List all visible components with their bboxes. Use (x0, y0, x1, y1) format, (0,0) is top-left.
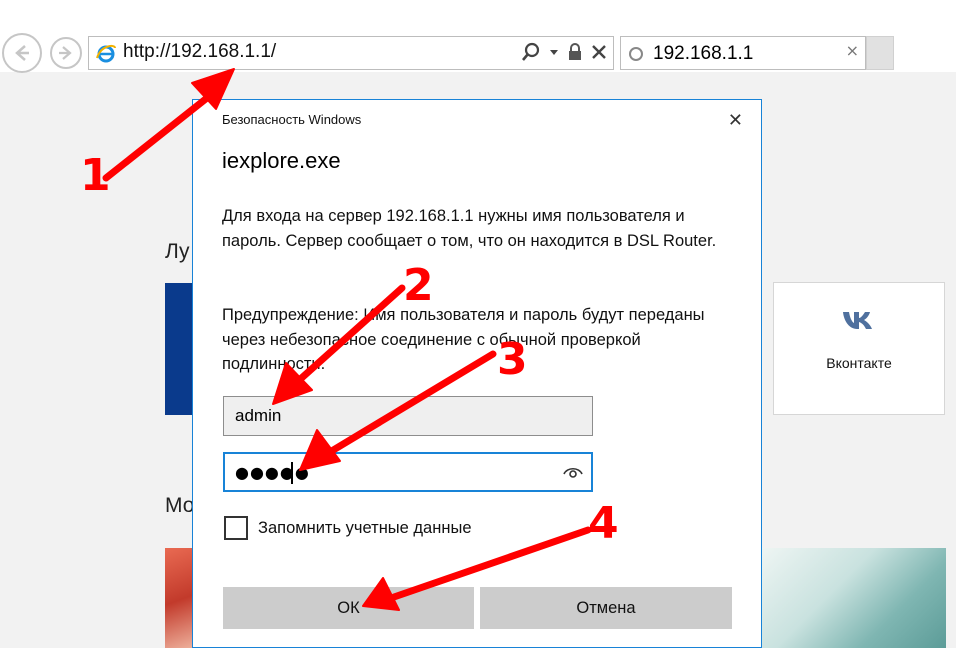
remember-checkbox[interactable] (224, 516, 248, 540)
dialog-app-name: iexplore.exe (222, 148, 341, 173)
dialog-message: Для входа на сервер 192.168.1.1 нужны им… (222, 207, 717, 250)
address-bar[interactable]: http://192.168.1.1/ (88, 36, 614, 70)
step-number-1: 1 (80, 150, 111, 201)
password-value: ●●●●● (235, 463, 310, 482)
address-tools (521, 41, 607, 63)
tab-title: 192.168.1.1 (653, 43, 754, 64)
lock-icon[interactable] (567, 41, 583, 63)
internet-explorer-icon (96, 44, 116, 63)
back-button[interactable] (2, 33, 42, 73)
ok-button[interactable]: ОК (223, 587, 474, 629)
tab-close-icon[interactable]: × (846, 41, 859, 60)
username-value: admin (235, 406, 282, 425)
search-icon[interactable] (521, 41, 541, 63)
eye-icon[interactable] (563, 464, 583, 480)
vk-logo-icon (843, 312, 872, 329)
chevron-down-icon[interactable] (549, 41, 559, 63)
page-heading-bottom: Мо (165, 494, 195, 517)
dialog-close-icon[interactable]: ✕ (728, 110, 743, 131)
text-caret (291, 462, 293, 484)
vk-tile-label: Вконтакте (826, 355, 892, 371)
new-tab-button[interactable] (866, 36, 894, 70)
forward-button[interactable] (50, 37, 82, 69)
address-url[interactable]: http://192.168.1.1/ (123, 41, 276, 63)
username-field[interactable]: admin (223, 396, 593, 436)
arrow-left-icon (15, 45, 29, 61)
arrow-right-icon (59, 46, 72, 60)
page-heading-top: Лу (165, 240, 190, 263)
password-field[interactable]: ●●●●● (223, 452, 593, 492)
browser-chrome: http://192.168.1.1/ 192.168.1.1 × (0, 0, 956, 73)
remember-label: Запомнить учетные данные (258, 518, 472, 537)
vk-tile[interactable]: Вконтакте (773, 282, 945, 415)
loading-icon (629, 47, 643, 61)
windows-security-dialog: Безопасность Windows ✕ iexplore.exe Для … (192, 99, 762, 648)
browser-tab[interactable]: 192.168.1.1 × (620, 36, 866, 70)
remember-credentials[interactable]: Запомнить учетные данные (224, 516, 472, 540)
close-icon[interactable] (591, 41, 607, 63)
page-image-right[interactable] (762, 548, 946, 648)
dialog-caption: Безопасность Windows (222, 112, 362, 127)
dialog-warning: Предупреждение: Имя пользователя и парол… (222, 306, 705, 373)
cancel-button[interactable]: Отмена (480, 587, 732, 629)
